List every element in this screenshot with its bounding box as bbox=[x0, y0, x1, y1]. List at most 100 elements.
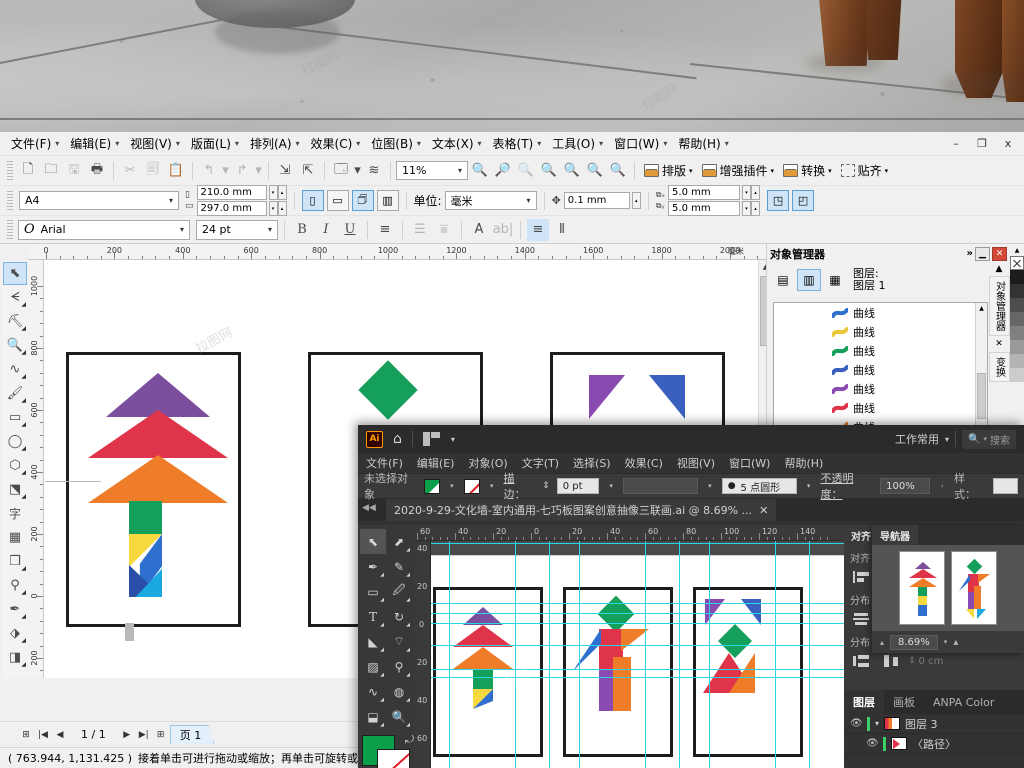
guide-horizontal[interactable] bbox=[431, 669, 844, 670]
spacing-stepper-icon[interactable]: ⇕ bbox=[908, 656, 916, 666]
chevron-right-icon[interactable]: › bbox=[937, 482, 947, 490]
edit-text-icon[interactable]: ab| bbox=[492, 219, 514, 241]
tab-layers[interactable]: 图层 bbox=[844, 690, 884, 714]
chevron-down-icon[interactable]: ▾ bbox=[166, 196, 176, 205]
menu-item-text[interactable]: 文本(X) bbox=[427, 133, 477, 154]
zoom-out-icon[interactable]: 🔎 bbox=[492, 160, 514, 182]
eye-icon[interactable]: 👁 bbox=[866, 738, 879, 749]
docker-nav-up-icon[interactable]: ▲ bbox=[996, 264, 1003, 274]
shape-tool[interactable]: ᗕ ◢ bbox=[3, 286, 27, 309]
tab-navigator[interactable]: 导航器 bbox=[872, 525, 918, 545]
palette-swatch[interactable] bbox=[1010, 298, 1024, 312]
chevron-down-icon[interactable]: ▾ bbox=[177, 225, 187, 234]
chevron-down-icon[interactable]: ▾ bbox=[724, 139, 735, 148]
plugin-convert-button[interactable]: 转换 ▾ bbox=[779, 162, 836, 179]
guide-horizontal[interactable] bbox=[431, 603, 844, 604]
guide-horizontal[interactable] bbox=[431, 677, 844, 678]
fill-color-swatch[interactable] bbox=[423, 478, 441, 494]
layer-row[interactable]: 👁 ▾ 图层 3 bbox=[844, 714, 1024, 734]
blend-tool[interactable]: ∿ ◢ bbox=[360, 679, 386, 704]
pen-tool[interactable]: ✒ ◢ bbox=[360, 554, 386, 579]
ai-menu-view[interactable]: 视图(V) bbox=[677, 455, 715, 471]
add-page-after-icon[interactable]: ⊞ bbox=[153, 727, 169, 743]
guide-vertical[interactable] bbox=[809, 541, 810, 768]
outline-tool[interactable]: ✒ ◢ bbox=[3, 598, 27, 621]
undo-dropdown-icon[interactable]: ▾ bbox=[221, 160, 230, 182]
docker-close-button[interactable]: ✕ bbox=[992, 246, 1007, 261]
path-row[interactable]: 👁 〈路径〉 bbox=[844, 734, 1024, 754]
chevron-down-icon[interactable]: ▾ bbox=[295, 139, 306, 148]
paper-size-combo[interactable]: A4 ▾ bbox=[19, 191, 179, 210]
ai-menu-object[interactable]: 对象(O) bbox=[468, 455, 507, 471]
fill-tool[interactable]: ⬗ ◢ bbox=[3, 622, 27, 645]
palette-swatch[interactable] bbox=[1010, 284, 1024, 298]
workspace-switcher[interactable]: 工作常用 bbox=[895, 431, 939, 447]
list-item[interactable]: 曲线 bbox=[774, 379, 987, 398]
fill-stroke-indicator[interactable]: ⤾ bbox=[362, 733, 414, 768]
blend-tool[interactable]: ❒ ◢ bbox=[3, 550, 27, 573]
plugin-layout-button[interactable]: 排版 ▾ bbox=[640, 162, 697, 179]
duplicate-x-field[interactable]: 5.0 mm bbox=[668, 185, 741, 200]
palette-swatch[interactable] bbox=[1010, 368, 1024, 382]
stroke-swatch[interactable] bbox=[377, 749, 410, 768]
docker-tab-transform[interactable]: 变换 bbox=[988, 352, 1010, 382]
chevron-down-icon[interactable]: ▾ bbox=[54, 139, 65, 148]
chevron-down-icon[interactable]: ▾ bbox=[598, 139, 609, 148]
chevron-down-icon[interactable]: ▾ bbox=[175, 139, 186, 148]
chevron-down-icon[interactable]: ▾ bbox=[705, 482, 715, 490]
export-icon[interactable]: ⇱ bbox=[297, 160, 319, 182]
plugin-enhance-button[interactable]: 增强插件 ▾ bbox=[698, 162, 779, 179]
drop-cap-icon[interactable]: ⩸ bbox=[433, 219, 455, 241]
duplicate-x-spinner[interactable]: ▾ ▴ bbox=[742, 185, 761, 200]
list-item[interactable]: 曲线 bbox=[774, 398, 987, 417]
palette-scroll-up-icon[interactable]: ▲ bbox=[1010, 244, 1024, 256]
landscape-button[interactable]: ▭ bbox=[326, 190, 349, 211]
guide-horizontal[interactable] bbox=[431, 645, 844, 646]
page-height-field[interactable]: 297.0 mm bbox=[196, 201, 267, 216]
close-icon[interactable]: ✕ bbox=[759, 504, 768, 517]
tangram-triangle-orange[interactable] bbox=[88, 455, 228, 503]
layer-manager-view-icon[interactable]: ▦ bbox=[823, 269, 847, 291]
stroke-color-swatch[interactable] bbox=[463, 478, 480, 494]
add-page-before-icon[interactable]: ⊞ bbox=[18, 727, 34, 743]
vertical-text-icon[interactable]: ⦀ bbox=[551, 219, 573, 241]
chevron-down-icon[interactable]: ▾ bbox=[355, 139, 366, 148]
document-tab[interactable]: 2020-9-29-文化墙-室内通用-七巧板图案创意抽像三联画.ai @ 8.6… bbox=[386, 499, 777, 521]
menu-item-bitmap[interactable]: 位图(B) bbox=[366, 133, 416, 154]
collapse-panel-icon[interactable]: ◀◀ bbox=[362, 503, 376, 513]
search-box[interactable]: 🔍 ▾ 搜索 bbox=[962, 429, 1016, 449]
distribute-vertical-center-icon[interactable] bbox=[850, 609, 874, 629]
chevron-down-icon[interactable]: ▾ bbox=[804, 482, 814, 490]
list-item[interactable]: 曲线 bbox=[774, 341, 987, 360]
copy-icon[interactable]: 🗐 bbox=[142, 160, 164, 182]
chevron-down-icon[interactable]: ▾ bbox=[487, 482, 497, 490]
chevron-down-icon[interactable]: ▾ bbox=[524, 196, 534, 205]
direct-selection-tool[interactable]: ⬈ ◢ bbox=[386, 529, 412, 554]
zoom-tool[interactable]: 🔍 ◢ bbox=[386, 704, 412, 729]
chevron-down-icon[interactable]: ▾ bbox=[606, 482, 616, 490]
nudge-field[interactable]: 0.1 mm bbox=[563, 192, 630, 209]
all-pages-button[interactable]: 🗇 bbox=[351, 190, 374, 211]
ai-menu-select[interactable]: 选择(S) bbox=[573, 455, 611, 471]
chevron-down-icon[interactable]: ▾ bbox=[662, 139, 673, 148]
palette-swatch[interactable] bbox=[1010, 354, 1024, 368]
page-width-spinner[interactable]: ▾ ▴ bbox=[268, 185, 287, 200]
next-page-icon[interactable]: ▶ bbox=[119, 727, 135, 743]
publish-pdf-icon[interactable]: 🗔 bbox=[330, 160, 352, 182]
ai-tangram-triangle-red[interactable] bbox=[453, 625, 513, 647]
ai-tangram-wing-orange[interactable] bbox=[729, 653, 755, 693]
spacing-value[interactable]: 0 cm bbox=[919, 656, 944, 667]
palette-swatch[interactable] bbox=[1010, 270, 1024, 284]
shape-builder-tool[interactable]: ◍ ◢ bbox=[386, 679, 412, 704]
redo-dropdown-icon[interactable]: ▾ bbox=[254, 160, 263, 182]
minimize-button[interactable]: – bbox=[944, 134, 968, 152]
tab-artboards[interactable]: 画板 bbox=[884, 690, 924, 714]
chevron-down-icon[interactable]: ▾ bbox=[875, 719, 879, 728]
open-icon[interactable]: 🗀 bbox=[40, 160, 62, 182]
palette-no-color-swatch[interactable] bbox=[1010, 256, 1024, 270]
undo-icon[interactable]: ↰ bbox=[198, 160, 220, 182]
current-page-button[interactable]: ▥ bbox=[376, 190, 399, 211]
character-formatting-icon[interactable]: A bbox=[468, 219, 490, 241]
stroke-profile-field[interactable] bbox=[622, 478, 699, 494]
show-object-properties-icon[interactable]: ▤ bbox=[771, 269, 795, 291]
